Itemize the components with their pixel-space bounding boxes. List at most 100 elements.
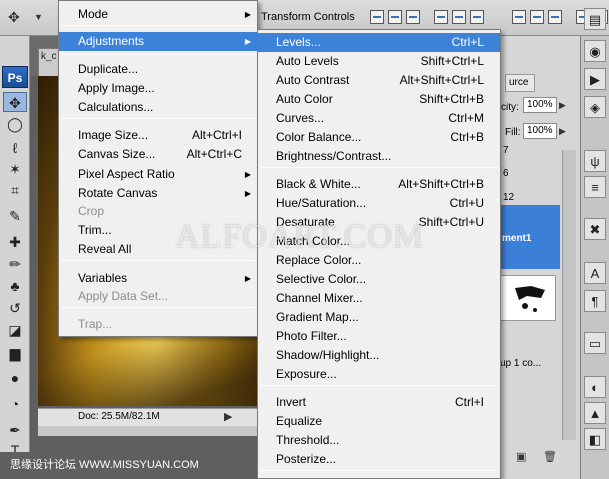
adjustment-item-hue-saturation[interactable]: Hue/Saturation... Ctrl+U <box>258 194 500 213</box>
menu-item-shortcut: Ctrl+L <box>451 35 484 49</box>
adjustment-item-photo-filter[interactable]: Photo Filter... <box>258 327 500 346</box>
dock-styles-icon[interactable]: ◧ <box>584 428 606 450</box>
dodge-tool-icon[interactable]: ◔ <box>3 394 27 414</box>
gradient-tool-icon[interactable]: ▆ <box>3 343 27 363</box>
menu-item-rotate-canvas[interactable]: Rotate Canvas ▶ <box>59 184 257 203</box>
healing-brush-tool-icon[interactable]: ✚ <box>3 232 27 252</box>
opacity-arrow-icon[interactable]: ▶ <box>559 100 566 111</box>
history-brush-tool-icon[interactable]: ↺ <box>3 298 27 318</box>
menu-item-mode[interactable]: Mode ▶ <box>59 5 257 24</box>
align-vertical-center-icon[interactable] <box>388 10 402 24</box>
panel-tab-source[interactable]: urce <box>505 74 535 92</box>
adjustment-item-selective-color[interactable]: Selective Color... <box>258 270 500 289</box>
new-layer-icon[interactable]: ▣ <box>516 450 526 463</box>
distribute-center-icon[interactable] <box>530 10 544 24</box>
document-tab-title: k_c <box>41 51 57 62</box>
adjustment-item-gradient-map[interactable]: Gradient Map... <box>258 308 500 327</box>
adjustment-item-threshold[interactable]: Threshold... <box>258 431 500 450</box>
adjustment-item-curves[interactable]: Curves... Ctrl+M <box>258 109 500 128</box>
brush-tool-icon[interactable]: ✏ <box>3 254 27 274</box>
align-bottom-icon[interactable] <box>406 10 420 24</box>
distribute-top-icon[interactable] <box>512 10 526 24</box>
adjustment-item-equalize[interactable]: Equalize <box>258 412 500 431</box>
fill-arrow-icon[interactable]: ▶ <box>559 126 566 137</box>
submenu-arrow-icon: ▶ <box>244 10 251 19</box>
menu-separator <box>61 260 255 261</box>
magic-wand-tool-icon[interactable]: ✶ <box>3 159 27 179</box>
dock-actions-icon[interactable]: ▶ <box>584 68 606 90</box>
menu-item-image-size[interactable]: Image Size... Alt+Ctrl+I <box>59 126 257 145</box>
adjustment-item-auto-levels[interactable]: Auto Levels Shift+Ctrl+L <box>258 52 500 71</box>
tool-preset-dropdown-icon[interactable]: ▼ <box>34 12 43 22</box>
dock-history-icon[interactable]: ▤ <box>584 8 606 30</box>
menu-item-trap: Trap... <box>59 315 257 334</box>
tools-panel: Ps ✥ ◯ ℓ ✶ ⌗ ✎ ✚ ✏ ♣ ↺ ◪ ▆ ● ◔ ✒ T <box>0 36 30 479</box>
clone-stamp-tool-icon[interactable]: ♣ <box>3 276 27 296</box>
menu-item-shortcut: Shift+Ctrl+U <box>418 215 484 229</box>
menu-item-canvas-size[interactable]: Canvas Size... Alt+Ctrl+C <box>59 145 257 164</box>
adjustment-item-auto-contrast[interactable]: Auto Contrast Alt+Shift+Ctrl+L <box>258 71 500 90</box>
dock-notes-icon[interactable]: ▭ <box>584 332 606 354</box>
menu-item-calculations[interactable]: Calculations... <box>59 98 257 117</box>
align-top-icon[interactable] <box>370 10 384 24</box>
fill-field[interactable]: 100% <box>523 123 557 139</box>
adjustment-item-levels[interactable]: Levels... Ctrl+L <box>258 33 500 52</box>
menu-item-label: Hue/Saturation... <box>276 196 367 210</box>
pen-tool-icon[interactable]: ✒ <box>3 420 27 440</box>
menu-item-shortcut: Ctrl+I <box>454 395 484 409</box>
dock-tools-icon[interactable]: ✖ <box>584 218 606 240</box>
menu-item-shortcut: Ctrl+U <box>449 196 484 210</box>
dock-navigator-icon[interactable]: ◉ <box>584 40 606 62</box>
menu-item-pixel-aspect-ratio[interactable]: Pixel Aspect Ratio ▶ <box>59 165 257 184</box>
submenu-arrow-icon: ▶ <box>244 189 251 198</box>
distribute-bottom-icon[interactable] <box>548 10 562 24</box>
layers-panel-scrollbar[interactable] <box>562 150 576 440</box>
opacity-field[interactable]: 100% <box>523 97 557 113</box>
menu-separator <box>260 385 498 386</box>
eyedropper-tool-icon[interactable]: ✎ <box>3 206 27 226</box>
dock-histogram-icon[interactable]: ▲ <box>584 402 606 424</box>
menu-item-duplicate[interactable]: Duplicate... <box>59 60 257 79</box>
menu-separator <box>61 25 255 26</box>
trash-icon[interactable]: 🗑 <box>543 450 557 463</box>
dock-info-icon[interactable]: ◐ <box>584 376 606 398</box>
adjustment-item-brightness-contrast[interactable]: Brightness/Contrast... <box>258 147 500 166</box>
menu-item-apply-image[interactable]: Apply Image... <box>59 79 257 98</box>
menu-item-label: Threshold... <box>276 433 340 447</box>
dock-character-icon[interactable]: A <box>584 262 606 284</box>
lasso-tool-icon[interactable]: ℓ <box>3 138 27 158</box>
align-right-icon[interactable] <box>470 10 484 24</box>
layer-mask-thumbnail[interactable] <box>500 275 556 321</box>
marquee-tool-icon[interactable]: ◯ <box>3 114 27 134</box>
menu-item-shortcut: Alt+Ctrl+I <box>191 128 242 142</box>
move-tool-icon[interactable]: ✥ <box>3 92 27 112</box>
transform-controls-label[interactable]: Transform Controls <box>261 11 355 23</box>
adjustment-item-posterize[interactable]: Posterize... <box>258 450 500 469</box>
eraser-tool-icon[interactable]: ◪ <box>3 320 27 340</box>
dock-brushes-icon[interactable]: ψ <box>584 150 606 172</box>
align-left-icon[interactable] <box>434 10 448 24</box>
align-horizontal-center-icon[interactable] <box>452 10 466 24</box>
horizontal-scrollbar[interactable] <box>38 426 260 436</box>
menu-item-shortcut: Shift+Ctrl+B <box>419 92 484 106</box>
blur-tool-icon[interactable]: ● <box>3 368 27 388</box>
dock-paragraph-icon[interactable]: ¶ <box>584 290 606 312</box>
fill-label: Fill: <box>505 127 521 138</box>
menu-item-label: Photo Filter... <box>276 329 347 343</box>
crop-tool-icon[interactable]: ⌗ <box>3 180 27 200</box>
menu-item-variables[interactable]: Variables ▶ <box>59 269 257 288</box>
adjustment-item-black-white[interactable]: Black & White... Alt+Shift+Ctrl+B <box>258 175 500 194</box>
adjustment-item-invert[interactable]: Invert Ctrl+I <box>258 393 500 412</box>
layer-row-number: 6 <box>503 168 509 179</box>
status-menu-arrow-icon[interactable]: ▶ <box>224 410 232 423</box>
adjustment-item-auto-color[interactable]: Auto Color Shift+Ctrl+B <box>258 90 500 109</box>
menu-item-label: Selective Color... <box>276 272 367 286</box>
menu-item-adjustments[interactable]: Adjustments ▶ <box>59 32 257 51</box>
adjustment-item-channel-mixer[interactable]: Channel Mixer... <box>258 289 500 308</box>
dock-tool-presets-icon[interactable]: ≡ <box>584 176 606 198</box>
dock-layers-icon[interactable]: ◈ <box>584 96 606 118</box>
move-tool-options-icon[interactable]: ✥ <box>8 9 20 26</box>
adjustment-item-color-balance[interactable]: Color Balance... Ctrl+B <box>258 128 500 147</box>
adjustment-item-exposure[interactable]: Exposure... <box>258 365 500 384</box>
adjustment-item-shadow-highlight[interactable]: Shadow/Highlight... <box>258 346 500 365</box>
